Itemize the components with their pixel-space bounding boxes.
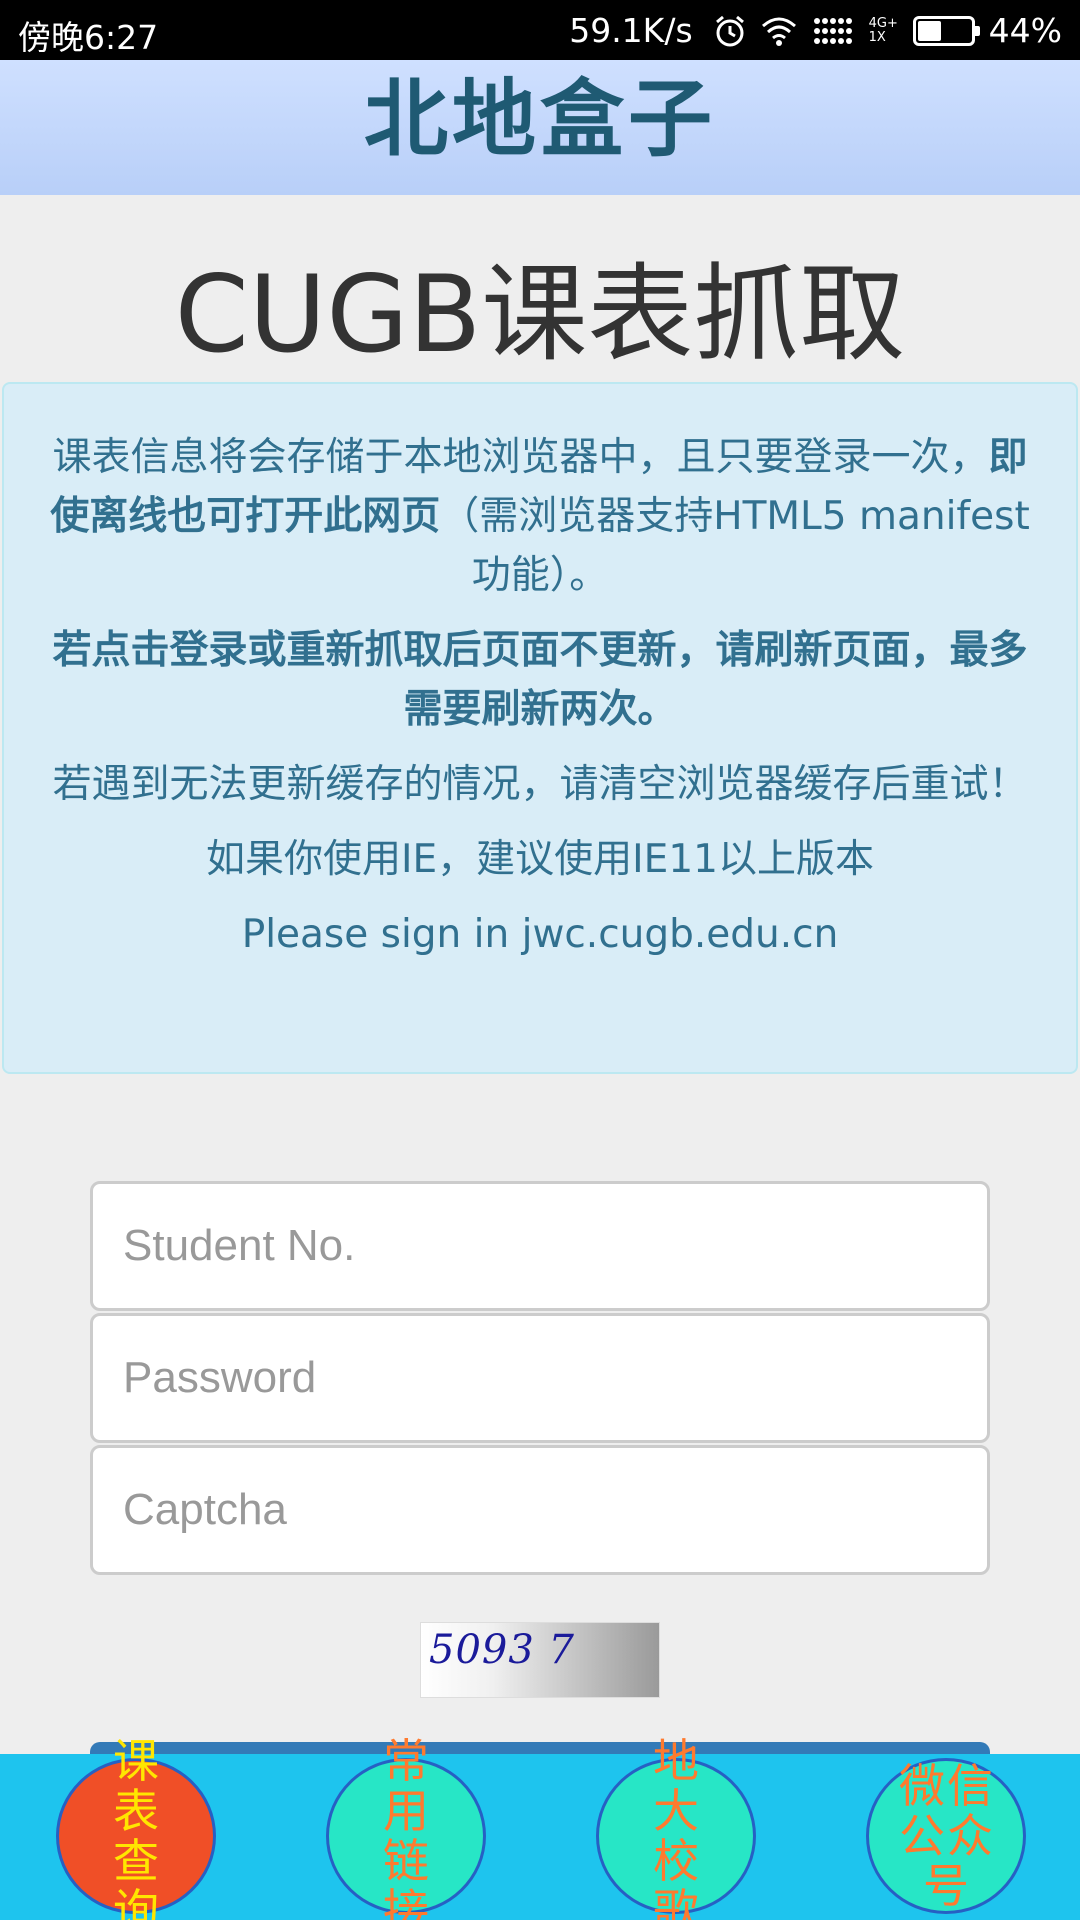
battery-fill [917, 20, 941, 41]
nav-schedule-query[interactable]: 课表查询 [56, 1736, 216, 1920]
net-speed: 59.1K/s [569, 11, 693, 50]
status-right-group: 59.1K/s 4G+ 1X 44% [569, 11, 1062, 50]
info-notice: 课表信息将会存储于本地浏览器中，且只要登录一次，即使离线也可打开此网页（需浏览器… [2, 382, 1078, 1074]
app-title: 北地盒子 [363, 70, 716, 168]
nav-schedule-query-label: 课表查询 [113, 1734, 173, 1920]
page-title: CUGB课表抓取 [174, 253, 906, 376]
status-bar: 傍晚6:27 59.1K/s 4G+ 1X 44% [0, 0, 1080, 60]
nav-school-song[interactable]: 地大校歌 [596, 1736, 756, 1920]
app-bar: 北地盒子 [0, 60, 1080, 195]
signal-icon [813, 17, 852, 44]
notice-text: 课表信息将会存储于本地浏览器中，且只要登录一次， [52, 435, 989, 480]
battery-icon [912, 15, 980, 46]
notice-paragraph-ie: 如果你使用IE，建议使用IE11以上版本 [206, 837, 874, 882]
notice-paragraph-refresh: 若点击登录或重新抓取后页面不更新，请刷新页面，最多需要刷新两次。 [52, 628, 1028, 732]
notice-paragraph-cache: 若遇到无法更新缓存的情况，请清空浏览器缓存后重试！ [52, 762, 1028, 807]
captcha-input[interactable] [90, 1445, 990, 1575]
network-type: 4G+ 1X [868, 15, 899, 45]
captcha-image-text: 5093 7 [429, 1627, 575, 1673]
nav-common-links[interactable]: 常用链接 [326, 1736, 486, 1920]
student-no-input[interactable] [90, 1181, 990, 1311]
wifi-icon [761, 17, 796, 46]
nav-school-song-label: 地大校歌 [653, 1734, 713, 1920]
nav-wechat-account-label: 微信公众号 [899, 1759, 995, 1913]
network-type-label: 4G+ [868, 15, 898, 31]
captcha-image[interactable]: 5093 7 [420, 1622, 660, 1698]
password-input[interactable] [90, 1313, 990, 1443]
status-time: 傍晚6:27 [18, 18, 159, 57]
battery-percent: 44% [988, 11, 1062, 50]
nav-common-links-label: 常用链接 [383, 1734, 443, 1920]
alarm-icon [715, 15, 744, 46]
notice-paragraph-storage: 课表信息将会存储于本地浏览器中，且只要登录一次，即使离线也可打开此网页（需浏览器… [50, 428, 1030, 605]
login-form [90, 1181, 990, 1577]
bottom-nav: 课表查询 常用链接 地大校歌 微信公众号 [0, 1736, 1080, 1920]
sim-slot-label: 1X [868, 29, 886, 45]
notice-paragraph-signin: Please sign in jwc.cugb.edu.cn [241, 912, 839, 957]
nav-wechat-account[interactable]: 微信公众号 [866, 1758, 1026, 1914]
notice-text: （需浏览器支持HTML5 manifest功能）。 [440, 494, 1030, 598]
